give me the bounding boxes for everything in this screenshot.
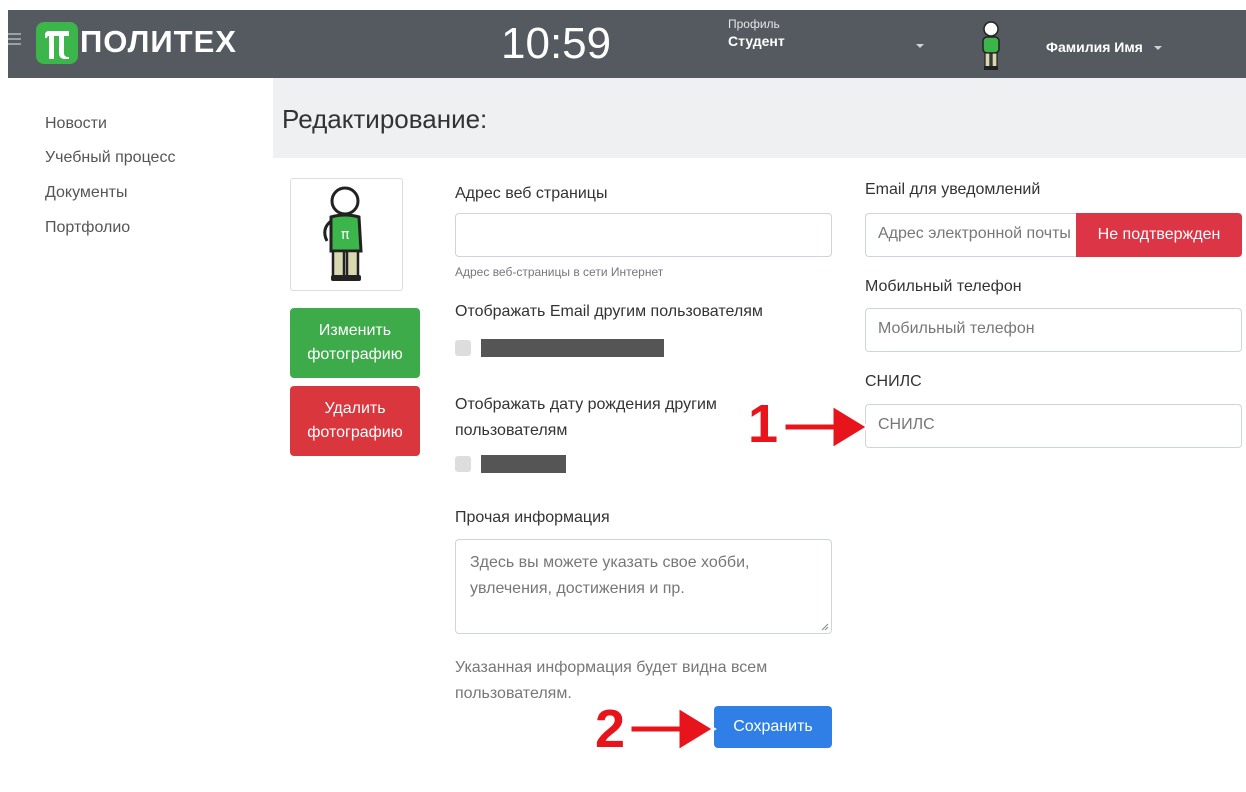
delete-photo-label: Удалить фотографию xyxy=(307,400,403,441)
sidebar: Новости Учебный процесс Документы Портфо… xyxy=(8,78,273,792)
sidebar-item-news[interactable]: Новости xyxy=(45,115,107,133)
annotation-marker-2: 2 xyxy=(595,699,626,759)
logo-text[interactable]: ПОЛИТЕХ xyxy=(80,24,237,60)
notify-email-label: Email для уведомлений xyxy=(865,181,1041,198)
arrow-right-icon xyxy=(628,704,717,754)
show-birthdate-checkbox[interactable] xyxy=(455,456,471,472)
other-info-textarea[interactable]: Здесь вы можете указать свое хобби, увле… xyxy=(455,539,832,634)
arrow-right-icon xyxy=(782,402,871,452)
svg-text:π: π xyxy=(341,227,350,243)
show-birthdate-label: Отображать дату рождения другим пользова… xyxy=(455,396,717,439)
snils-input[interactable]: СНИЛС xyxy=(865,404,1242,448)
website-label: Адрес веб страницы xyxy=(455,185,608,202)
website-input[interactable] xyxy=(455,213,832,257)
clock: 10:59 xyxy=(501,19,612,68)
profile-caption: Профиль xyxy=(728,17,780,31)
avatar[interactable] xyxy=(976,20,1006,72)
snils-label: СНИЛС xyxy=(865,373,922,390)
website-help-text: Адрес веб-страницы в сети Интернет xyxy=(455,265,664,279)
show-email-checkbox[interactable] xyxy=(455,340,471,356)
save-button[interactable]: Сохранить xyxy=(714,706,832,748)
redacted-email xyxy=(481,339,664,357)
navbar-background: ПОЛИТЕХ 10:59 Профиль Студент Фамилия Им… xyxy=(8,10,1246,78)
other-info-label: Прочая информация xyxy=(455,509,610,526)
show-email-label: Отображать Email другим пользователям xyxy=(455,303,763,320)
change-photo-label: Изменить фотографию xyxy=(307,322,403,363)
annotation-marker-1: 1 xyxy=(748,394,779,454)
user-menu[interactable]: Фамилия Имя xyxy=(1046,39,1143,55)
resize-handle-icon[interactable] xyxy=(821,623,829,631)
unconfirmed-badge[interactable]: Не подтвержден xyxy=(1076,213,1242,257)
chevron-down-icon[interactable] xyxy=(916,44,924,48)
menu-icon[interactable] xyxy=(8,30,22,52)
profile-photo: π xyxy=(290,178,403,291)
mobile-input[interactable]: Мобильный телефон xyxy=(865,308,1242,352)
redacted-birthdate xyxy=(481,455,566,473)
change-photo-button[interactable]: Изменить фотографию xyxy=(290,308,420,378)
sidebar-item-study[interactable]: Учебный процесс xyxy=(45,149,175,167)
delete-photo-button[interactable]: Удалить фотографию xyxy=(290,386,420,456)
top-navbar: ПОЛИТЕХ 10:59 Профиль Студент Фамилия Им… xyxy=(0,0,1246,78)
sidebar-item-portfolio[interactable]: Портфолио xyxy=(45,219,130,237)
mobile-label: Мобильный телефон xyxy=(865,278,1022,295)
chevron-down-icon[interactable] xyxy=(1154,46,1162,50)
other-info-placeholder: Здесь вы можете указать свое хобби, увле… xyxy=(470,554,750,597)
profile-selector[interactable]: Студент xyxy=(728,33,785,49)
notify-email-input[interactable]: Адрес электронной почты xyxy=(865,213,1077,257)
sidebar-item-documents[interactable]: Документы xyxy=(45,184,127,202)
page-title: Редактирование: xyxy=(282,104,488,134)
logo-icon[interactable] xyxy=(36,22,78,64)
